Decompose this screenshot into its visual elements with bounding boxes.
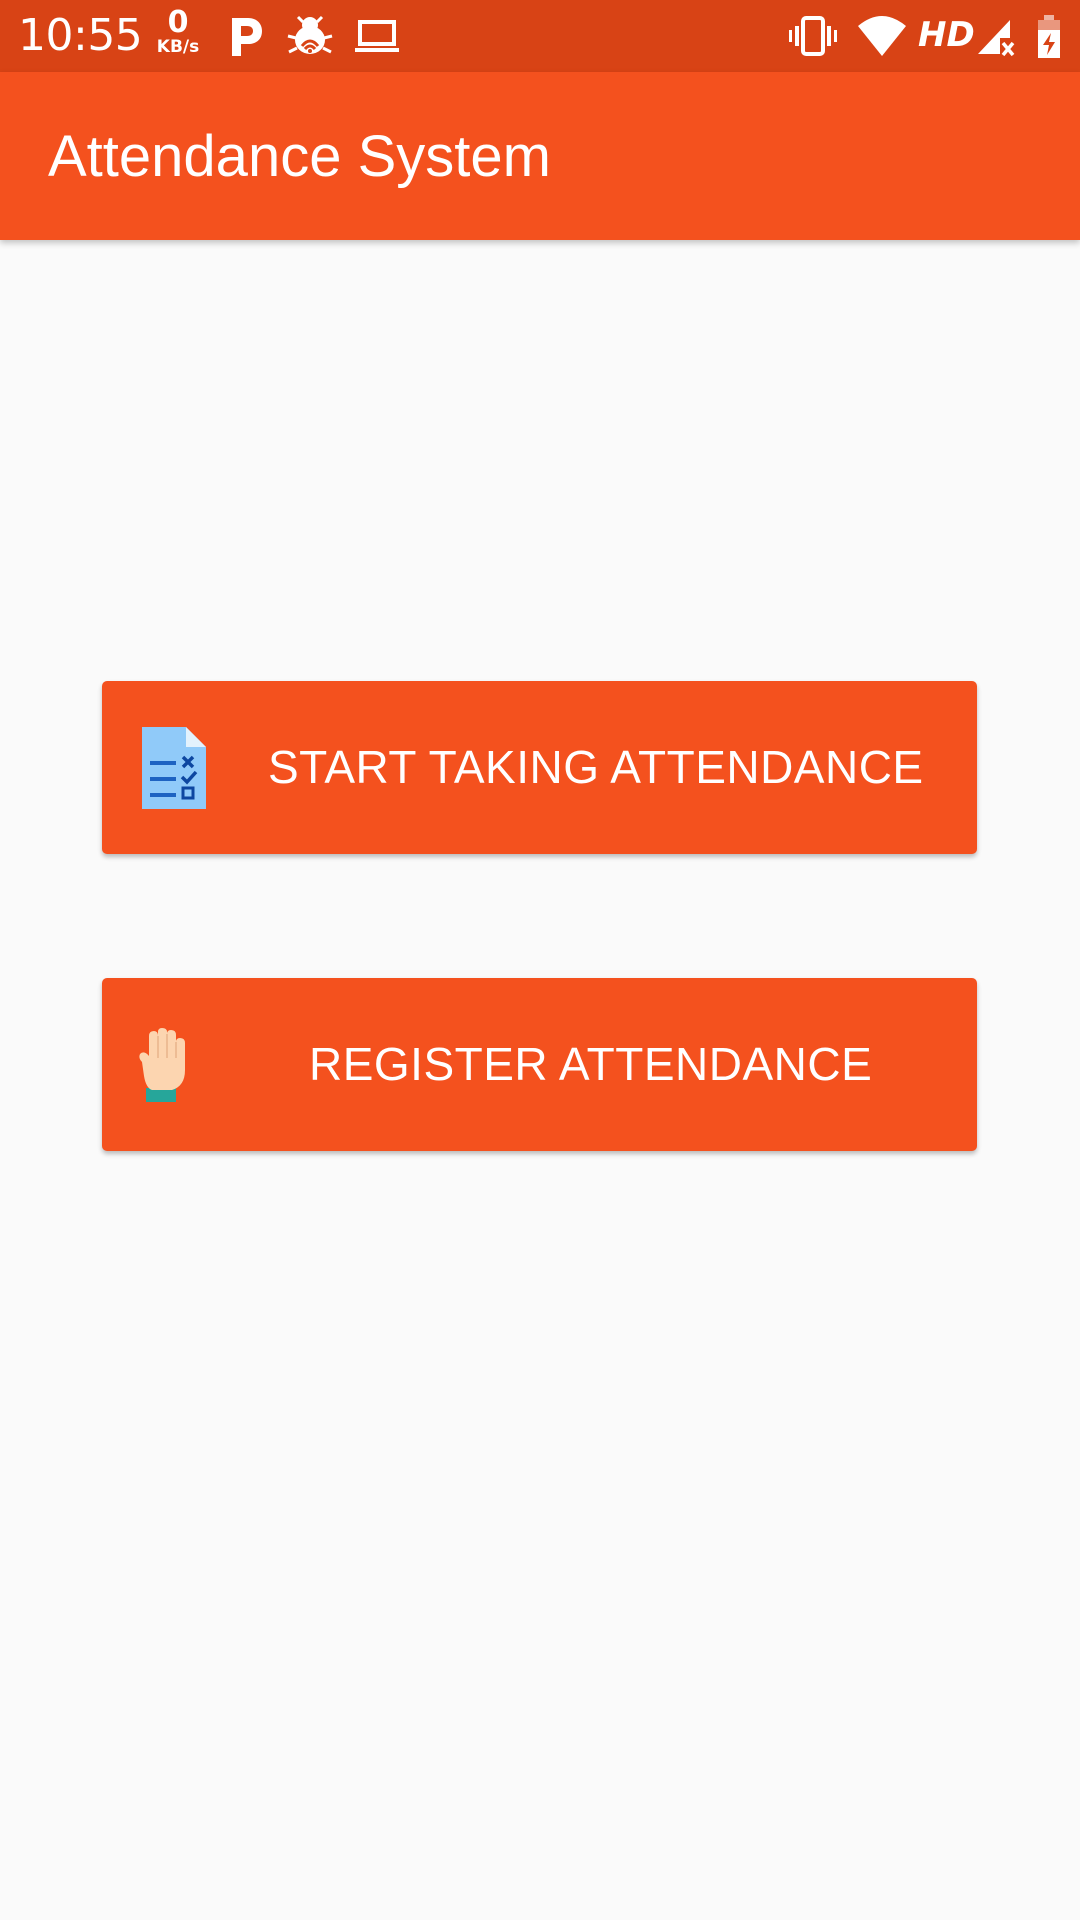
signal-no-service-icon xyxy=(978,20,1015,57)
register-attendance-button[interactable]: REGISTER ATTENDANCE xyxy=(102,978,977,1151)
bug-icon xyxy=(287,15,333,54)
checklist-document-icon xyxy=(142,727,206,809)
status-bar: 10:55 0 KB/s HD xyxy=(0,0,1080,72)
app-bar: Attendance System xyxy=(0,72,1080,240)
status-time: 10:55 xyxy=(18,10,143,61)
vibrate-icon xyxy=(789,16,837,56)
battery-charging-icon xyxy=(1038,15,1060,58)
network-type-label: HD xyxy=(918,15,975,55)
network-speed-indicator: 0 KB/s xyxy=(152,8,204,56)
network-speed-unit: KB/s xyxy=(156,37,200,57)
network-speed-value: 0 xyxy=(167,5,189,40)
laptop-icon xyxy=(355,20,399,52)
wifi-icon xyxy=(858,16,906,56)
start-taking-attendance-button[interactable]: START TAKING ATTENDANCE xyxy=(102,681,977,854)
raised-hand-icon xyxy=(139,1028,185,1102)
parking-app-icon xyxy=(232,18,262,56)
register-attendance-label: REGISTER ATTENDANCE xyxy=(309,1038,873,1090)
app-title: Attendance System xyxy=(48,124,551,189)
start-taking-attendance-label: START TAKING ATTENDANCE xyxy=(268,741,924,793)
